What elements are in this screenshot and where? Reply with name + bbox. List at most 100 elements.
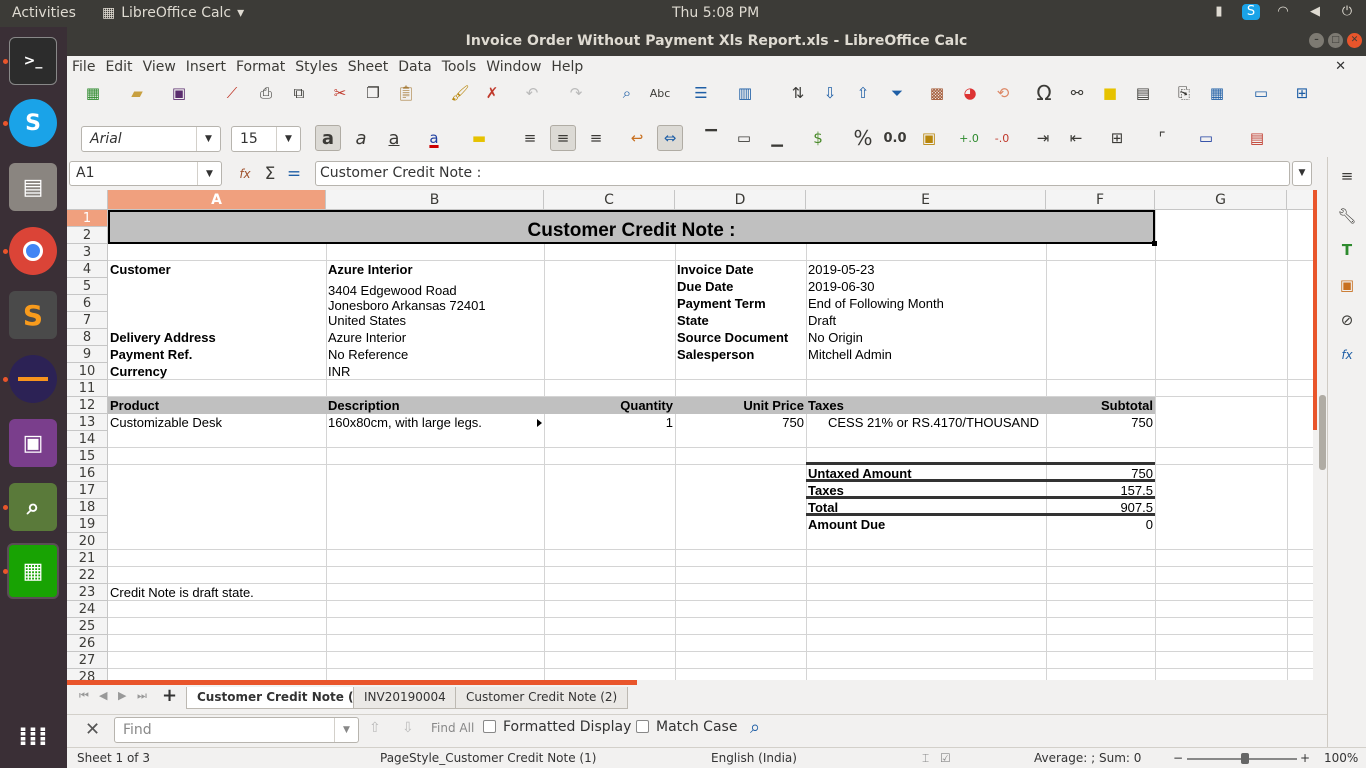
- image-viewer-icon[interactable]: ⌕: [9, 483, 57, 531]
- align-left-icon[interactable]: ≡: [517, 125, 543, 151]
- column-header-d[interactable]: D: [675, 190, 806, 210]
- selection-mode-icon[interactable]: ⌶: [922, 751, 929, 766]
- clear-formatting-icon[interactable]: ✗: [479, 80, 505, 106]
- column-header-e[interactable]: E: [806, 190, 1046, 210]
- column-header-b[interactable]: B: [326, 190, 544, 210]
- zoom-level[interactable]: 100%: [1324, 751, 1358, 765]
- border-style-icon[interactable]: ⌜: [1149, 125, 1175, 151]
- menu-data[interactable]: Data: [393, 56, 436, 78]
- select-all-corner[interactable]: [67, 190, 108, 210]
- column-header-h[interactable]: [1287, 190, 1314, 210]
- delete-decimal-icon[interactable]: -.0: [989, 125, 1015, 151]
- percent-format-icon[interactable]: %: [850, 125, 876, 151]
- row-header[interactable]: 9: [67, 346, 108, 363]
- row-header[interactable]: 1: [67, 210, 108, 227]
- show-applications-icon[interactable]: ⁞⁞⁞: [9, 713, 57, 761]
- menu-window[interactable]: Window: [481, 56, 546, 78]
- increase-indent-icon[interactable]: ⇥: [1030, 125, 1056, 151]
- add-decimal-icon[interactable]: +.0: [956, 125, 982, 151]
- row-header[interactable]: 17: [67, 482, 108, 499]
- column-header-a[interactable]: A: [108, 190, 326, 210]
- menu-insert[interactable]: Insert: [181, 56, 231, 78]
- row-header[interactable]: 15: [67, 448, 108, 465]
- video-player-icon[interactable]: ▣: [9, 419, 57, 467]
- autofilter-icon[interactable]: ⏷: [884, 80, 910, 106]
- scrollbar-handle[interactable]: [1319, 395, 1326, 470]
- sheet-tab-customer-credit-note-2[interactable]: Customer Credit Note (2): [455, 687, 629, 709]
- formula-icon[interactable]: =: [281, 161, 307, 187]
- last-sheet-icon[interactable]: ⏭: [137, 689, 147, 703]
- row-header[interactable]: 24: [67, 601, 108, 618]
- find-next-icon[interactable]: ⇩: [402, 720, 414, 736]
- row-header[interactable]: 27: [67, 652, 108, 669]
- date-format-icon[interactable]: ▣: [916, 125, 942, 151]
- skype-tray-icon[interactable]: S: [1242, 4, 1260, 20]
- selection-summary[interactable]: Average: ; Sum: 0: [1034, 751, 1141, 765]
- row-header[interactable]: 4: [67, 261, 108, 278]
- row-header[interactable]: 13: [67, 414, 108, 431]
- row-header[interactable]: 8: [67, 329, 108, 346]
- row-header[interactable]: 16: [67, 465, 108, 482]
- show-draw-functions-icon[interactable]: ⊞: [1289, 80, 1315, 106]
- insert-chart-icon[interactable]: ◕: [957, 80, 983, 106]
- row-header[interactable]: 14: [67, 431, 108, 448]
- currency-format-icon[interactable]: $: [805, 125, 831, 151]
- row-header[interactable]: 6: [67, 295, 108, 312]
- chevron-down-icon[interactable]: ▼: [334, 718, 358, 742]
- language[interactable]: English (India): [711, 751, 797, 765]
- activities-button[interactable]: Activities: [12, 5, 76, 21]
- open-folder-icon[interactable]: ▰: [124, 80, 150, 106]
- sort-descending-icon[interactable]: ⇩: [817, 80, 843, 106]
- row-header[interactable]: 5: [67, 278, 108, 295]
- undo-icon[interactable]: ↶: [519, 80, 545, 106]
- align-top-icon[interactable]: ▔: [698, 125, 724, 151]
- align-right-icon[interactable]: ≡: [583, 125, 609, 151]
- insert-image-icon[interactable]: ▩: [924, 80, 950, 106]
- row-header[interactable]: 26: [67, 635, 108, 652]
- menu-tools[interactable]: Tools: [437, 56, 482, 78]
- formula-input[interactable]: Customer Credit Note :: [315, 161, 1290, 186]
- align-center-icon[interactable]: ≡: [550, 125, 576, 151]
- navigator-icon[interactable]: ⊘: [1334, 307, 1360, 333]
- sublime-text-icon[interactable]: S: [9, 291, 57, 339]
- row-header[interactable]: 28: [67, 669, 108, 680]
- wifi-icon[interactable]: ◠: [1274, 4, 1292, 20]
- sort-icon[interactable]: ⇅: [785, 80, 811, 106]
- sheet-tab-customer-credit-note-1[interactable]: Customer Credit Note (1): [186, 687, 379, 709]
- wrap-text-icon[interactable]: ↩: [624, 125, 650, 151]
- cut-icon[interactable]: ✂: [327, 80, 353, 106]
- borders-icon[interactable]: ⊞: [1104, 125, 1130, 151]
- row-header[interactable]: 19: [67, 516, 108, 533]
- highlight-color-icon[interactable]: ▬: [466, 125, 492, 151]
- zoom-in-icon[interactable]: +: [1300, 751, 1310, 765]
- function-wizard-icon[interactable]: fx: [232, 161, 258, 187]
- column-icon[interactable]: ▥: [732, 80, 758, 106]
- print-icon[interactable]: ⎙: [253, 80, 279, 106]
- menu-format[interactable]: Format: [231, 56, 290, 78]
- match-case-checkbox[interactable]: [636, 720, 649, 733]
- minimize-icon[interactable]: –: [1309, 33, 1324, 48]
- clock[interactable]: Thu 5:08 PM: [672, 5, 759, 21]
- spreadsheet-grid[interactable]: A B C D E F G 1 2 3 4 5 6 7 8 9 10 11 12…: [67, 190, 1314, 680]
- chevron-down-icon[interactable]: ▼: [196, 127, 220, 151]
- eclipse-icon[interactable]: [9, 355, 57, 403]
- export-pdf-icon[interactable]: ⟋: [219, 80, 245, 106]
- define-print-area-icon[interactable]: ⎘: [1171, 80, 1197, 106]
- app-menu[interactable]: ▦ LibreOffice Calc ▾: [102, 5, 244, 21]
- print-preview-icon[interactable]: ⧉: [286, 80, 312, 106]
- number-format-icon[interactable]: 0.0: [882, 125, 908, 151]
- sheet-tab-inv20190004[interactable]: INV20190004: [353, 687, 457, 709]
- column-header-f[interactable]: F: [1046, 190, 1155, 210]
- gallery-icon[interactable]: ▣: [1334, 272, 1360, 298]
- menu-sheet[interactable]: Sheet: [343, 56, 393, 78]
- skype-icon[interactable]: S: [9, 99, 57, 147]
- files-icon[interactable]: ▤: [9, 163, 57, 211]
- scrollbar-thumb[interactable]: [1313, 190, 1317, 430]
- column-header-c[interactable]: C: [544, 190, 675, 210]
- find-all-button[interactable]: Find All: [431, 721, 474, 735]
- sort-ascending-icon[interactable]: ⇧: [850, 80, 876, 106]
- comment-icon[interactable]: ■: [1097, 80, 1123, 106]
- menu-edit[interactable]: Edit: [100, 56, 137, 78]
- close-find-bar-icon[interactable]: ✕: [85, 719, 100, 740]
- zoom-out-icon[interactable]: −: [1173, 751, 1183, 765]
